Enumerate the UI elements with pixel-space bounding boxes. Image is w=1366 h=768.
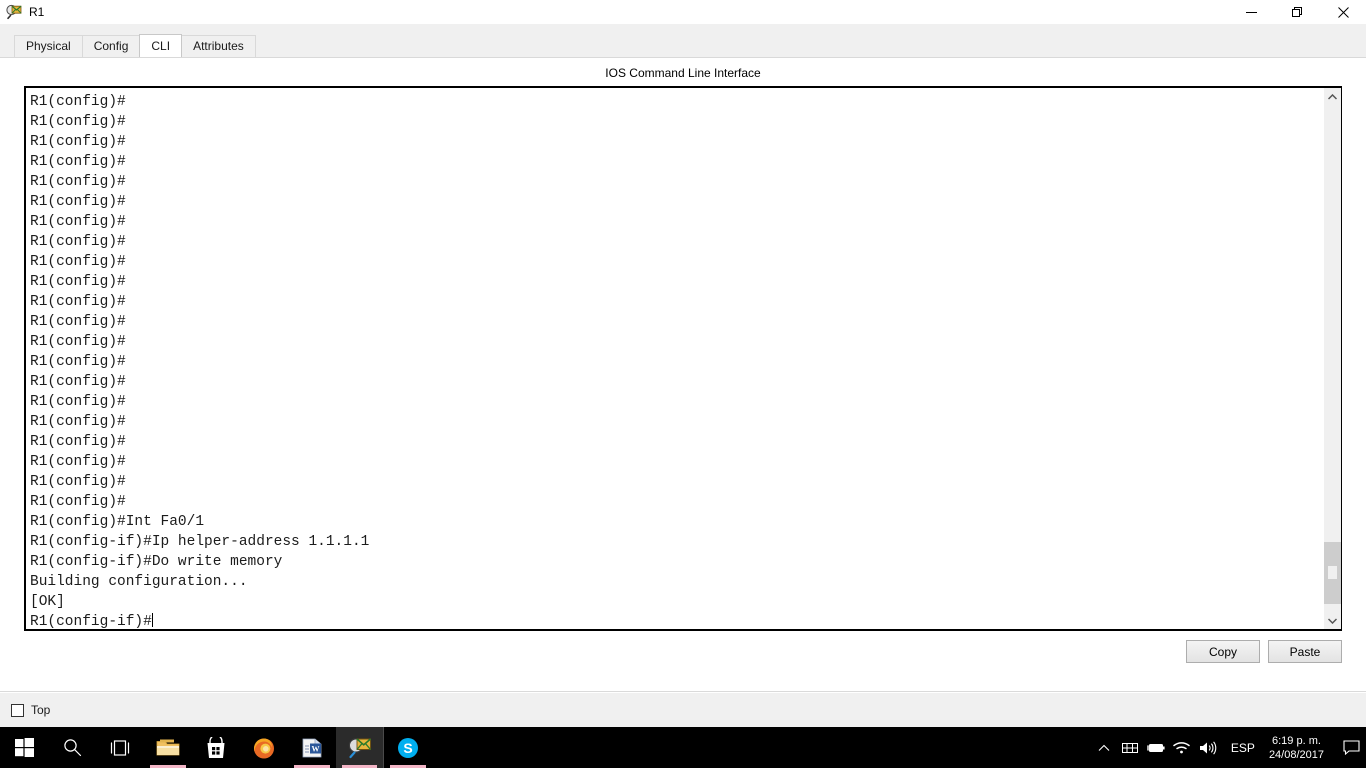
skype-icon: S xyxy=(397,737,419,759)
window-controls xyxy=(1228,0,1366,24)
packet-tracer-icon xyxy=(348,736,372,760)
terminal-line: R1(config)# xyxy=(30,414,126,430)
tab-list: Physical Config CLI Attributes xyxy=(14,34,256,57)
firefox-button[interactable] xyxy=(240,727,288,768)
top-checkbox-label: Top xyxy=(31,703,51,717)
clipboard-button-row: Copy Paste xyxy=(1186,640,1342,663)
tab-physical[interactable]: Physical xyxy=(14,35,83,57)
touch-keyboard-icon[interactable] xyxy=(1117,727,1143,768)
terminal-line: R1(config)# xyxy=(30,334,126,350)
terminal-line: R1(config-if)#Do write memory xyxy=(30,554,283,570)
windows-logo-icon xyxy=(14,738,34,757)
packet-tracer-button[interactable] xyxy=(336,727,384,768)
tab-cli[interactable]: CLI xyxy=(139,34,183,57)
microsoft-store-button[interactable] xyxy=(192,727,240,768)
file-explorer-button[interactable] xyxy=(144,727,192,768)
clock[interactable]: 6:19 p. m. 24/08/2017 xyxy=(1265,734,1336,762)
terminal-line: R1(config)# xyxy=(30,474,126,490)
options-strip: Top xyxy=(0,693,1366,727)
tab-label: Attributes xyxy=(193,39,244,53)
notifications-icon[interactable] xyxy=(1336,727,1366,768)
terminal-line: R1(config)# xyxy=(30,154,126,170)
word-button[interactable]: W xyxy=(288,727,336,768)
chevron-up-icon[interactable] xyxy=(1324,88,1341,105)
task-view-icon xyxy=(109,739,131,756)
system-tray: ESP 6:19 p. m. 24/08/2017 xyxy=(1091,727,1366,768)
tab-config[interactable]: Config xyxy=(81,35,141,57)
terminal-line: R1(config-if)#Ip helper-address 1.1.1.1 xyxy=(30,534,370,550)
terminal-line: R1(config)# xyxy=(30,214,126,230)
tab-label: Physical xyxy=(26,39,71,53)
minimize-icon[interactable] xyxy=(1228,0,1274,24)
terminal-line: R1(config)# xyxy=(30,94,126,110)
cli-panel: IOS Command Line Interface R1(config)# R1… xyxy=(0,58,1366,692)
folder-icon xyxy=(156,738,180,758)
window-title: R1 xyxy=(29,5,45,19)
terminal-line: R1(config)# xyxy=(30,354,126,370)
tab-attributes[interactable]: Attributes xyxy=(181,35,256,57)
terminal-line: R1(config)# xyxy=(30,274,126,290)
window-titlebar: R1 xyxy=(0,0,1366,24)
svg-text:W: W xyxy=(312,744,320,753)
terminal-line: R1(config)# xyxy=(30,234,126,250)
search-button[interactable] xyxy=(48,727,96,768)
terminal-line: R1(config)# xyxy=(30,294,126,310)
terminal-line: R1(config)# xyxy=(30,134,126,150)
terminal-prompt-line[interactable]: R1(config-if)# xyxy=(30,612,1323,629)
terminal-output[interactable]: R1(config)# R1(config)# R1(config)# R1(conf… xyxy=(26,88,1323,629)
scrollbar-grip xyxy=(1328,566,1337,579)
terminal-line: R1(config)# xyxy=(30,454,126,470)
terminal-line: R1(config)# xyxy=(30,194,126,210)
language-indicator[interactable]: ESP xyxy=(1221,741,1265,755)
volume-icon[interactable] xyxy=(1195,727,1221,768)
clock-date: 24/08/2017 xyxy=(1268,748,1324,761)
terminal-line: R1(config)# xyxy=(30,114,126,130)
skype-button[interactable]: S xyxy=(384,727,432,768)
firefox-icon xyxy=(252,736,276,760)
checkbox-box[interactable] xyxy=(11,703,24,717)
terminal-line: R1(config)# xyxy=(30,314,126,330)
chevron-down-icon[interactable] xyxy=(1324,612,1341,629)
text-caret xyxy=(151,613,153,627)
battery-icon[interactable] xyxy=(1143,727,1169,768)
chevron-up-icon[interactable] xyxy=(1091,727,1117,768)
scrollbar-thumb[interactable] xyxy=(1324,542,1341,604)
clock-time: 6:19 p. m. xyxy=(1272,734,1321,747)
terminal-line: [OK] xyxy=(30,594,65,610)
word-document-icon: W xyxy=(301,737,323,759)
wifi-icon[interactable] xyxy=(1169,727,1195,768)
packet-tracer-icon xyxy=(6,4,22,20)
top-checkbox[interactable]: Top xyxy=(11,703,50,717)
cli-header-title: IOS Command Line Interface xyxy=(605,66,761,80)
windows-taskbar: W S ESP 6:19 p. m. 24/08/2017 xyxy=(0,727,1366,768)
tab-label: CLI xyxy=(151,39,171,53)
task-view-button[interactable] xyxy=(96,727,144,768)
scrollbar-track[interactable] xyxy=(1324,105,1341,612)
paste-button[interactable]: Paste xyxy=(1268,640,1342,663)
terminal-line: R1(config)#Int Fa0/1 xyxy=(30,514,205,530)
store-bag-icon xyxy=(206,736,226,759)
restore-icon[interactable] xyxy=(1274,0,1320,24)
terminal-line: R1(config)# xyxy=(30,494,126,510)
terminal-line: R1(config)# xyxy=(30,394,126,410)
terminal-scrollbar[interactable] xyxy=(1323,88,1341,629)
search-icon xyxy=(63,738,82,757)
tab-strip: Physical Config CLI Attributes xyxy=(0,24,1366,58)
tab-label: Config xyxy=(93,39,129,53)
terminal-line: Building configuration... xyxy=(30,574,248,590)
terminal-line: R1(config)# xyxy=(30,374,126,390)
copy-button[interactable]: Copy xyxy=(1186,640,1260,663)
terminal-line: R1(config)# xyxy=(30,254,126,270)
svg-text:S: S xyxy=(403,740,412,756)
start-button[interactable] xyxy=(0,727,48,768)
terminal-prompt: R1(config-if)# xyxy=(30,614,152,629)
close-icon[interactable] xyxy=(1320,0,1366,24)
terminal-line: R1(config)# xyxy=(30,434,126,450)
terminal-window[interactable]: R1(config)# R1(config)# R1(config)# R1(conf… xyxy=(24,86,1342,631)
terminal-line: R1(config)# xyxy=(30,174,126,190)
